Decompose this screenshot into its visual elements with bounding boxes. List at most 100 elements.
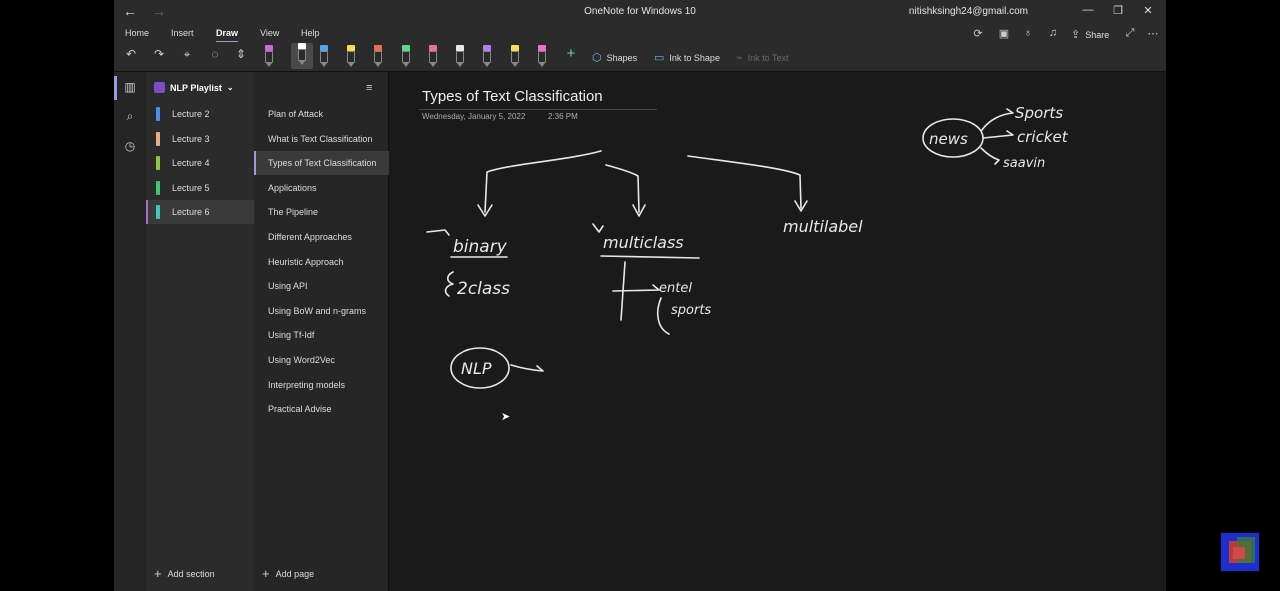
share-icon: ⇪ [1071, 29, 1081, 41]
page-item[interactable]: The Pipeline [254, 200, 389, 224]
page-label: Heuristic Approach [268, 256, 344, 267]
search-icon[interactable]: ⌕ [122, 109, 138, 125]
sync-icon[interactable]: ⟳ [969, 27, 987, 41]
section-label: Lecture 3 [172, 133, 210, 144]
lightbulb-icon[interactable]: ♁ [1019, 27, 1037, 41]
page-item[interactable]: Using API [254, 274, 389, 298]
add-section-button[interactable]: + Add section [154, 566, 215, 581]
ink-to-shape-icon: ▭ [654, 52, 665, 64]
section-color-tab [156, 156, 160, 171]
page-item[interactable]: Applications [254, 176, 389, 200]
page-item[interactable]: Types of Text Classification [254, 151, 389, 176]
ink-news: news [929, 130, 968, 148]
minimize-icon[interactable]: — [1080, 4, 1096, 16]
add-space-icon[interactable]: ⇕ [232, 47, 250, 67]
restore-icon[interactable]: ❐ [1110, 4, 1126, 17]
page-label: Types of Text Classification [268, 158, 377, 169]
page-label: What is Text Classification [268, 133, 373, 144]
ink-arrow-saavin [980, 147, 1000, 165]
pen-icon[interactable] [346, 45, 356, 67]
notebook-color-icon [154, 82, 165, 93]
page-item[interactable]: Plan of Attack [254, 102, 389, 126]
section-item[interactable]: Lecture 4 [146, 151, 254, 175]
share-label: Share [1085, 29, 1110, 40]
page-item[interactable]: What is Text Classification [254, 127, 389, 151]
section-item[interactable]: Lecture 2 [146, 102, 254, 126]
sort-icon[interactable]: ≡ [366, 82, 372, 94]
pen-icon[interactable] [291, 43, 314, 69]
pen-icon[interactable] [455, 45, 465, 67]
ribbon-tabs: Home Insert Draw View Help ⟳ ▣ ♁ ♫ ⇪ Sha… [114, 24, 1166, 43]
tab-home[interactable]: Home [125, 28, 149, 38]
page-label: Using Word2Vec [268, 355, 335, 365]
notebooks-icon[interactable]: ▥ [122, 80, 138, 96]
plus-icon: + [154, 566, 162, 581]
tab-help[interactable]: Help [301, 28, 320, 38]
tab-draw[interactable]: Draw [216, 28, 239, 43]
redo-icon[interactable]: ↷ [150, 47, 168, 67]
lasso-select-icon[interactable]: ⌖ [178, 47, 196, 67]
pen-icon[interactable] [319, 45, 329, 67]
pen-icon[interactable] [264, 45, 274, 67]
ink-drawing[interactable]: binary 2class multiclass entel sports mu… [389, 72, 1166, 591]
section-item[interactable]: Lecture 3 [146, 127, 254, 151]
pen-icon[interactable] [510, 45, 520, 67]
recent-clock-icon[interactable]: ◷ [122, 139, 138, 155]
section-item[interactable]: Lecture 5 [146, 176, 254, 200]
mouse-cursor-icon: ➤ [501, 411, 511, 423]
page-item[interactable]: Using BoW and n-grams [254, 299, 389, 323]
ink-cricket: cricket [1017, 128, 1069, 146]
pen-icon[interactable] [428, 45, 438, 67]
pen-icon[interactable] [373, 45, 383, 67]
page-label: Using BoW and n-grams [268, 305, 367, 316]
section-color-tab [156, 131, 160, 146]
pen-icon[interactable] [537, 45, 547, 67]
page-item[interactable]: Using Word2Vec [254, 348, 389, 372]
close-icon[interactable]: ✕ [1140, 4, 1156, 17]
ink-branch-left [484, 150, 602, 213]
section-color-tab [156, 107, 160, 121]
section-label: Lecture 5 [172, 182, 210, 193]
pages-pane: ≡ Plan of Attack What is Text Classificat… [254, 72, 389, 591]
notebook-icon[interactable]: ▣ [995, 27, 1013, 41]
title-bar: ← → OneNote for Windows 10 nitishksingh2… [114, 0, 1166, 24]
chevron-down-icon: ⌄ [226, 83, 234, 92]
sections-pane: NLP Playlist ⌄ Lecture 2 Lecture 3 Lecture… [146, 72, 254, 591]
ink-branch-middle [605, 164, 640, 213]
pen-icon[interactable] [401, 45, 411, 67]
page-label: Applications [268, 182, 317, 193]
ink-to-text-icon: ⌁ [736, 52, 743, 64]
page-item[interactable]: Heuristic Approach [254, 250, 389, 274]
tab-insert[interactable]: Insert [171, 28, 194, 38]
ink-brace [444, 271, 454, 297]
page-item[interactable]: Different Approaches [254, 225, 389, 249]
shapes-button[interactable]: ⬡ Shapes [592, 51, 637, 64]
bell-icon[interactable]: ♫ [1044, 27, 1062, 41]
ink-nlp: NLP [461, 359, 492, 378]
ink-saavin: saavin [1003, 156, 1045, 171]
share-button[interactable]: ⇪ Share [1071, 28, 1109, 41]
expand-icon[interactable]: ⤢ [1121, 27, 1139, 41]
page-item[interactable]: Interpreting models [254, 373, 389, 397]
ink-to-shape-button[interactable]: ▭ Ink to Shape [654, 51, 720, 64]
ink-sports-branch: sports [671, 303, 711, 318]
notebook-switcher[interactable]: NLP Playlist ⌄ [154, 82, 234, 93]
add-page-button[interactable]: + Add page [262, 566, 314, 581]
add-pen-icon[interactable]: + [562, 45, 580, 65]
page-label: Interpreting models [268, 379, 346, 390]
undo-icon[interactable]: ↶ [122, 47, 140, 67]
ink-multilabel: multilabel [783, 217, 863, 236]
shapes-icon: ⬡ [592, 52, 602, 64]
ink-to-text-button[interactable]: ⌁ Ink to Text [736, 51, 788, 64]
page-item[interactable]: Practical Advise [254, 397, 389, 421]
channel-logo-icon [1221, 533, 1259, 571]
account-email[interactable]: nitishksingh24@gmail.com [909, 6, 1028, 17]
draw-toolbar: ↶ ↷ ⌖ ◌ ⇕ + ⬡ Shapes ▭ Ink to Shape ⌁ In… [114, 42, 1166, 72]
pen-icon[interactable] [482, 45, 492, 67]
more-options-icon[interactable]: ⋯ [1144, 27, 1162, 41]
lasso-icon[interactable]: ◌ [206, 47, 224, 67]
section-item[interactable]: Lecture 6 [146, 200, 254, 225]
page-canvas[interactable]: Types of Text Classification Wednesday, … [389, 72, 1166, 591]
page-item[interactable]: Using Tf-Idf [254, 323, 389, 347]
tab-view[interactable]: View [260, 28, 279, 38]
